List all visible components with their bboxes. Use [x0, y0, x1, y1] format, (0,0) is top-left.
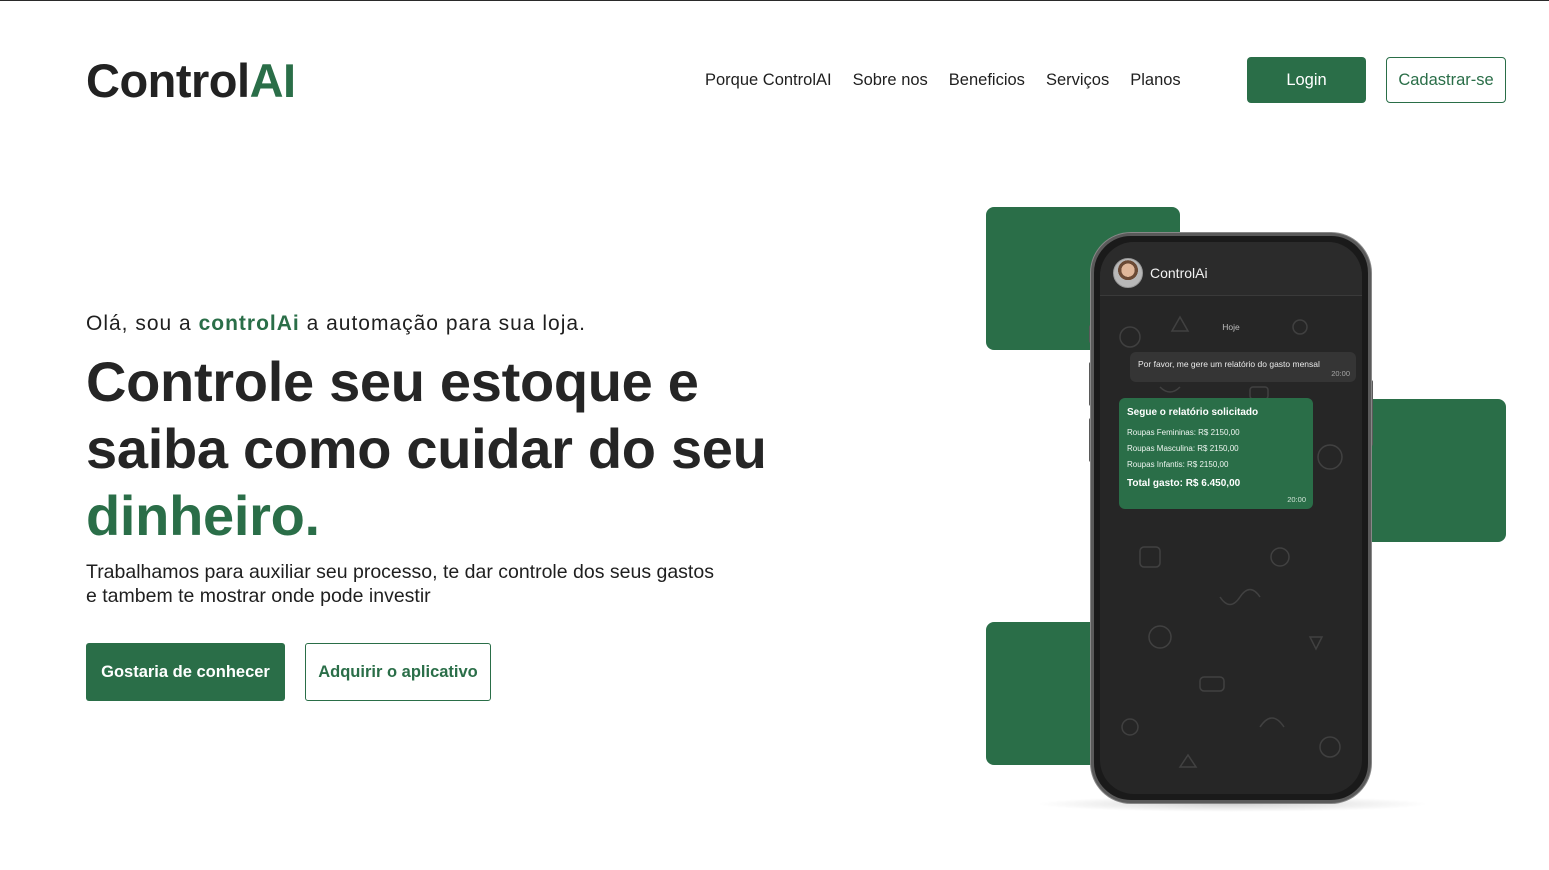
incoming-message: Por favor, me gere um relatório do gasto… [1130, 352, 1356, 382]
report-total: Total gasto: R$ 6.450,00 [1127, 478, 1241, 489]
report-line: Roupas Infantis: R$ 2150,00 [1127, 460, 1229, 469]
login-button[interactable]: Login [1247, 57, 1366, 103]
contact-name: ControlAi [1150, 265, 1208, 281]
subtext-line-1: Trabalhamos para auxiliar seu processo, … [86, 561, 714, 583]
hero-headline: Controle seu estoque e saiba como cuidar… [86, 348, 846, 549]
signup-button[interactable]: Cadastrar-se [1386, 57, 1506, 103]
nav-item-porque[interactable]: Porque ControlAI [705, 69, 832, 91]
logo[interactable]: ControlAI [86, 54, 296, 108]
chat-header: ControlAi [1100, 242, 1362, 296]
outgoing-message: Segue o relatório solicitado Roupas Femi… [1119, 398, 1313, 509]
date-chip: Hoje [1222, 322, 1240, 332]
hero-subtext: Trabalhamos para auxiliar seu processo, … [86, 560, 786, 608]
greeting-suffix: a automação para sua loja. [299, 312, 586, 335]
incoming-message-text: Por favor, me gere um relatório do gasto… [1138, 359, 1320, 369]
headline-accent: dinheiro. [86, 484, 320, 547]
headline-text: Controle seu estoque e saiba como cuidar… [86, 350, 767, 480]
main-nav: Porque ControlAI Sobre nos Beneficios Se… [705, 69, 1181, 91]
nav-item-planos[interactable]: Planos [1130, 69, 1180, 91]
nav-item-servicos[interactable]: Serviços [1046, 69, 1109, 91]
logo-accent-text: AI [249, 54, 297, 107]
phone-mockup: ControlAi Hoje Por favor, me gere um rel… [1091, 233, 1371, 803]
avatar[interactable] [1113, 258, 1143, 288]
logo-text: Control [86, 54, 250, 107]
incoming-message-time: 20:00 [1331, 369, 1350, 378]
subtext-line-2: e tambem te mostrar onde pode investir [86, 585, 431, 607]
top-border [0, 0, 1549, 1]
report-title: Segue o relatório solicitado [1127, 407, 1259, 418]
phone-screen: ControlAi Hoje Por favor, me gere um rel… [1100, 242, 1362, 794]
nav-item-beneficios[interactable]: Beneficios [949, 69, 1025, 91]
greeting-prefix: Olá, sou a [86, 312, 199, 335]
outgoing-message-time: 20:00 [1287, 495, 1306, 504]
get-app-button[interactable]: Adquirir o aplicativo [305, 643, 491, 701]
learn-more-button[interactable]: Gostaria de conhecer [86, 643, 285, 701]
report-line: Roupas Femininas: R$ 2150,00 [1127, 428, 1240, 437]
hero-greeting: Olá, sou a controlAi a automação para su… [86, 310, 586, 338]
greeting-brand: controlAi [198, 312, 300, 335]
nav-item-sobre[interactable]: Sobre nos [853, 69, 928, 91]
report-line: Roupas Masculina: R$ 2150,00 [1127, 444, 1239, 453]
